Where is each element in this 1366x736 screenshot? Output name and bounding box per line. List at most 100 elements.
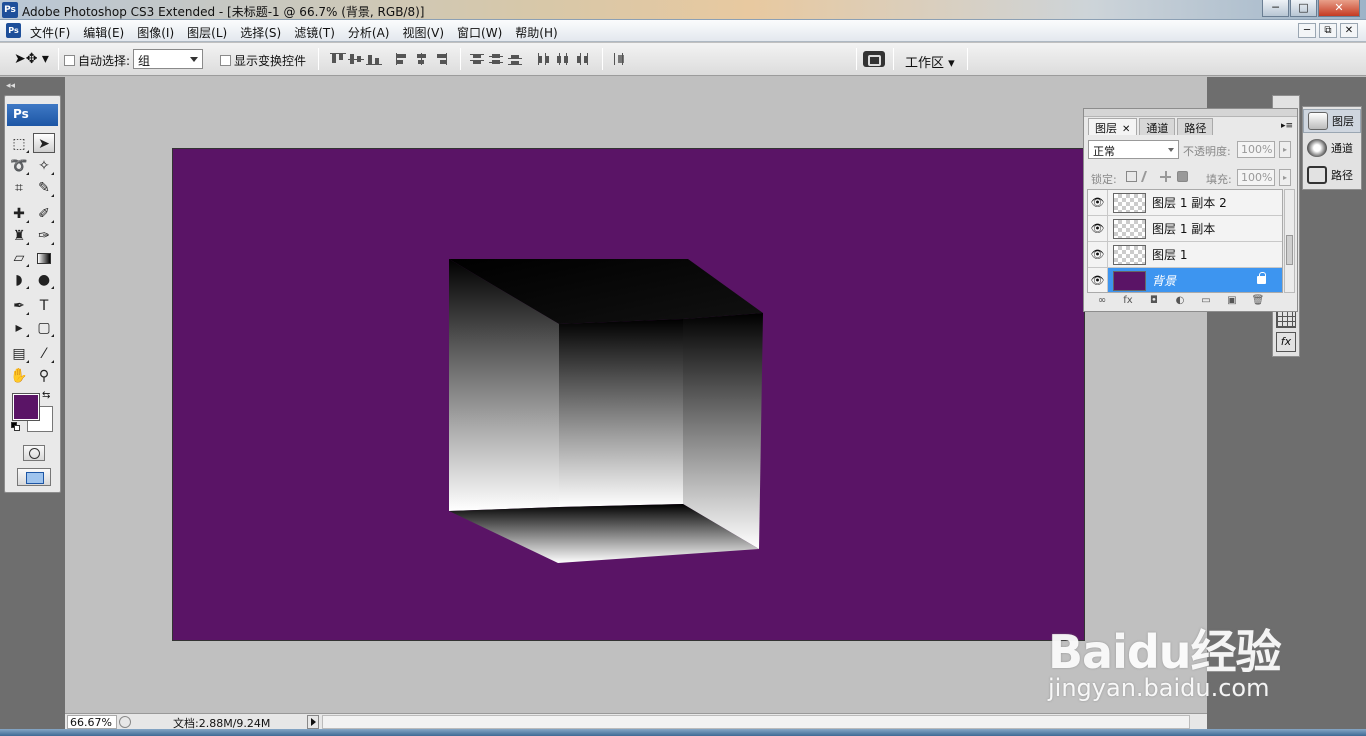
minimize-button[interactable]: ─: [1262, 0, 1289, 17]
dock-layers[interactable]: 图层: [1303, 109, 1361, 133]
workspace-menu[interactable]: 工作区 ▾: [905, 52, 955, 71]
history-brush-tool[interactable]: ✑: [33, 226, 55, 246]
move-tool[interactable]: ➤: [33, 133, 55, 153]
document-icon[interactable]: Ps: [6, 23, 21, 38]
menu-analysis[interactable]: 分析(A): [348, 24, 390, 41]
show-transform-checkbox[interactable]: 显示变换控件: [220, 52, 306, 69]
hand-tool[interactable]: ✋: [8, 366, 30, 386]
lock-all-icon[interactable]: [1177, 171, 1188, 182]
layer-list-scrollbar[interactable]: [1284, 189, 1295, 293]
slice-tool[interactable]: ✎: [33, 178, 55, 198]
panel-menu-icon[interactable]: ▸≡: [1281, 121, 1293, 131]
pen-tool[interactable]: ✒: [8, 296, 30, 316]
move-tool-preset-icon[interactable]: ➤✥ ▾: [14, 51, 49, 67]
checkbox-box[interactable]: [220, 55, 231, 66]
scroll-thumb[interactable]: [1286, 235, 1293, 265]
menu-image[interactable]: 图像(I): [137, 24, 174, 41]
magic-wand-tool[interactable]: ✧: [33, 156, 55, 176]
blur-tool[interactable]: ◗: [8, 270, 30, 290]
fill-field[interactable]: 100%: [1237, 169, 1275, 186]
zoom-field[interactable]: 66.67%: [67, 715, 117, 729]
auto-select-checkbox[interactable]: 自动选择:: [64, 52, 130, 69]
healing-brush-tool[interactable]: ✚: [8, 204, 30, 224]
eyedropper-tool[interactable]: ⁄: [33, 344, 55, 364]
menu-select[interactable]: 选择(S): [240, 24, 281, 41]
align-right-icon[interactable]: [432, 53, 448, 65]
tab-layers[interactable]: 图层 ✕: [1088, 118, 1138, 135]
delete-layer-icon[interactable]: 🗑: [1250, 295, 1266, 307]
align-left-icon[interactable]: [396, 53, 412, 65]
distribute-vcenter-icon[interactable]: [489, 53, 505, 65]
gradient-tool[interactable]: [33, 248, 55, 268]
tab-paths[interactable]: 路径: [1177, 118, 1214, 135]
dodge-tool[interactable]: ●: [33, 270, 55, 290]
adjustment-layer-icon[interactable]: ◐: [1172, 295, 1188, 307]
panel-grip[interactable]: [1084, 109, 1297, 117]
visibility-eye-icon[interactable]: 👁: [1088, 267, 1108, 292]
lock-transparency-icon[interactable]: [1126, 171, 1137, 182]
foreground-color-swatch[interactable]: [12, 393, 40, 421]
fill-slider-button[interactable]: ▸: [1279, 169, 1291, 186]
menu-view[interactable]: 视图(V): [402, 24, 444, 41]
menu-edit[interactable]: 编辑(E): [83, 24, 124, 41]
quick-mask-button[interactable]: [23, 445, 45, 461]
layer-row[interactable]: 👁 图层 1 副本 2: [1088, 190, 1282, 216]
status-menu-arrow-icon[interactable]: [307, 715, 319, 729]
align-bottom-icon[interactable]: [366, 53, 382, 65]
blend-mode-dropdown[interactable]: 正常: [1088, 140, 1179, 159]
menu-layer[interactable]: 图层(L): [187, 24, 227, 41]
align-vcenter-icon[interactable]: [348, 53, 364, 65]
zoom-icon[interactable]: [119, 716, 131, 728]
close-icon[interactable]: ✕: [1122, 124, 1130, 135]
menu-help[interactable]: 帮助(H): [515, 24, 557, 41]
dock-paths[interactable]: 路径: [1303, 163, 1361, 187]
menu-file[interactable]: 文件(F): [30, 24, 70, 41]
distribute-top-icon[interactable]: [470, 53, 486, 65]
distribute-left-icon[interactable]: [537, 53, 553, 65]
menu-filter[interactable]: 滤镜(T): [294, 24, 335, 41]
marquee-tool[interactable]: ⬚: [8, 134, 30, 154]
menu-window[interactable]: 窗口(W): [457, 24, 502, 41]
align-hcenter-icon[interactable]: [414, 53, 430, 65]
swap-colors-icon[interactable]: ⇆: [42, 390, 50, 401]
styles-fx-icon[interactable]: fx: [1276, 332, 1296, 352]
checkbox-box[interactable]: [64, 55, 75, 66]
doc-minimize-button[interactable]: ─: [1298, 23, 1316, 38]
new-group-icon[interactable]: ▭: [1198, 295, 1214, 307]
zoom-tool[interactable]: ⚲: [33, 366, 55, 386]
screen-mode-button[interactable]: [17, 468, 51, 486]
align-top-icon[interactable]: [330, 53, 346, 65]
shape-tool[interactable]: ▢: [33, 318, 55, 338]
notes-tool[interactable]: ▤: [8, 344, 30, 364]
dock-channels[interactable]: 通道: [1303, 136, 1361, 160]
collapse-arrows-icon[interactable]: ◂◂: [6, 81, 15, 91]
new-layer-icon[interactable]: ▣: [1224, 295, 1240, 307]
horizontal-scrollbar[interactable]: [322, 715, 1190, 729]
link-layers-icon[interactable]: ∞: [1094, 295, 1110, 307]
distribute-bottom-icon[interactable]: [508, 53, 524, 65]
path-selection-tool[interactable]: ▸: [8, 318, 30, 338]
type-tool[interactable]: T: [33, 296, 55, 316]
bridge-icon[interactable]: [863, 51, 885, 67]
brush-tool[interactable]: ✐: [33, 204, 55, 224]
clone-stamp-tool[interactable]: ♜: [8, 226, 30, 246]
visibility-eye-icon[interactable]: 👁: [1088, 215, 1108, 242]
lock-position-icon[interactable]: [1160, 171, 1171, 182]
opacity-field[interactable]: 100%: [1237, 141, 1275, 158]
layer-style-fx-icon[interactable]: fx: [1120, 295, 1136, 307]
doc-restore-button[interactable]: ⧉: [1319, 23, 1337, 38]
maximize-button[interactable]: □: [1290, 0, 1317, 17]
lasso-tool[interactable]: ➰: [8, 156, 30, 176]
distribute-hcenter-icon[interactable]: [556, 53, 572, 65]
auto-align-layers-icon[interactable]: [612, 53, 628, 65]
eraser-tool[interactable]: ▱: [8, 248, 30, 268]
layer-row[interactable]: 👁 图层 1 副本: [1088, 215, 1282, 242]
visibility-eye-icon[interactable]: 👁: [1088, 241, 1108, 268]
layer-row-selected[interactable]: 👁 背景: [1088, 267, 1282, 292]
opacity-slider-button[interactable]: ▸: [1279, 141, 1291, 158]
close-button[interactable]: ✕: [1318, 0, 1360, 17]
layer-row[interactable]: 👁 图层 1: [1088, 241, 1282, 268]
layer-mask-icon[interactable]: ◘: [1146, 295, 1162, 307]
auto-select-dropdown[interactable]: 组: [133, 49, 203, 69]
tab-channels[interactable]: 通道: [1139, 118, 1176, 135]
